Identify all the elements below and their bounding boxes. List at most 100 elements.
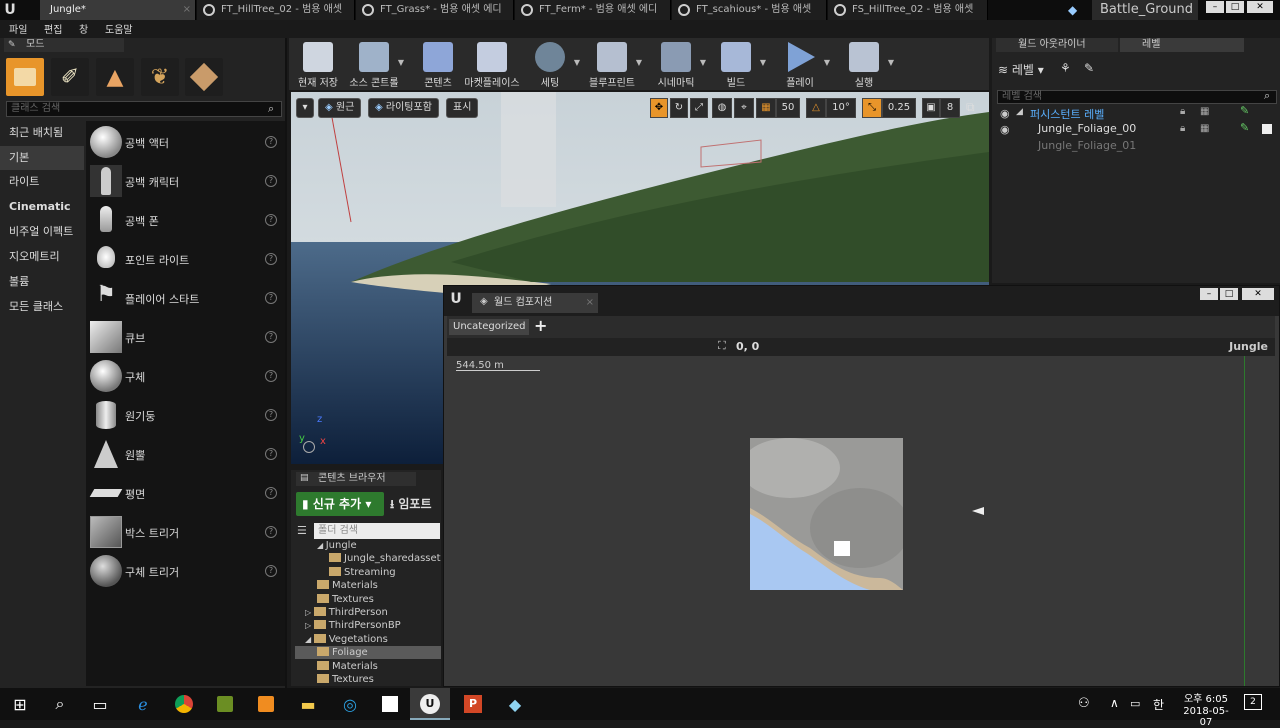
- help-icon[interactable]: ?: [265, 253, 277, 265]
- maximize-viewport-icon[interactable]: ⧉: [966, 100, 975, 115]
- wc-maximize-button[interactable]: □: [1220, 288, 1238, 300]
- foliage-mode-icon[interactable]: ❦: [141, 58, 179, 96]
- help-icon[interactable]: ?: [265, 448, 277, 460]
- folder-tree-item[interactable]: ▷ ThirdPersonBP: [295, 619, 441, 632]
- help-icon[interactable]: ?: [265, 565, 277, 577]
- level-persistent[interactable]: 퍼시스턴트 레벨: [1030, 106, 1104, 122]
- help-icon[interactable]: ?: [265, 526, 277, 538]
- level-color-swatch[interactable]: [1262, 124, 1272, 134]
- content-browser-tab[interactable]: 콘텐츠 브라우저: [296, 472, 416, 486]
- summon-level-details-icon[interactable]: ⚘: [1060, 61, 1071, 75]
- expand-arrow-icon[interactable]: ▷: [305, 608, 314, 617]
- task-view-icon[interactable]: ▭: [88, 692, 112, 716]
- folder-tree-item[interactable]: Streaming: [295, 566, 441, 579]
- category-visual-effects[interactable]: 비주얼 이펙트: [0, 220, 84, 244]
- add-new-button[interactable]: ▮ 신규 추가 ▾: [296, 492, 384, 516]
- color-pencil-icon[interactable]: ✎: [1240, 104, 1249, 117]
- dropdown-arrow-icon[interactable]: ▼: [398, 58, 404, 67]
- people-icon[interactable]: ⚇: [1078, 696, 1090, 711]
- category-lights[interactable]: 라이트: [0, 170, 84, 194]
- edge-browser-icon[interactable]: ℯ: [131, 692, 155, 716]
- place-mode-icon[interactable]: [6, 58, 44, 96]
- show-button[interactable]: 표시: [446, 98, 479, 118]
- maximize-button[interactable]: □: [1226, 1, 1244, 13]
- folder-tree-item[interactable]: Materials: [295, 579, 441, 592]
- help-icon[interactable]: ?: [265, 292, 277, 304]
- list-item[interactable]: ⚑ 플레이어 스타트?: [86, 279, 285, 318]
- dropdown-arrow-icon[interactable]: ▼: [888, 58, 894, 67]
- scale-snap-icon[interactable]: ⤡: [862, 98, 882, 118]
- list-item[interactable]: 포인트 라이트?: [86, 240, 285, 279]
- category-geometry[interactable]: 지오메트리: [0, 245, 84, 269]
- rotation-snap-icon[interactable]: △: [806, 98, 826, 118]
- help-icon[interactable]: ?: [265, 487, 277, 499]
- tab-levels[interactable]: 레벨: [1120, 38, 1244, 52]
- doc-tab[interactable]: FT_Ferm* - 범용 애셋 에디: [515, 0, 671, 20]
- category-recent[interactable]: 최근 배치됨: [0, 121, 84, 145]
- file-explorer-icon[interactable]: ▬: [296, 692, 320, 716]
- ime-icon[interactable]: 한: [1153, 696, 1164, 713]
- add-layer-button[interactable]: +: [534, 316, 547, 335]
- windows-start-icon[interactable]: ⊞: [8, 692, 32, 716]
- marketplace-button[interactable]: 마켓플레이스: [464, 40, 520, 89]
- level-jungle-foliage-01[interactable]: Jungle_Foliage_01: [1038, 139, 1136, 152]
- launch-button[interactable]: 실행 ▼: [836, 40, 894, 89]
- category-volumes[interactable]: 볼륨: [0, 270, 84, 294]
- list-item[interactable]: 평면?: [86, 474, 285, 513]
- camera-speed-icon[interactable]: ▣: [922, 98, 940, 118]
- lock-icon[interactable]: 🔒︎: [1180, 106, 1185, 117]
- translate-tool-icon[interactable]: ✥: [650, 98, 668, 118]
- landscape-mode-icon[interactable]: ▲: [96, 58, 134, 96]
- build-button[interactable]: 빌드 ▼: [708, 40, 766, 89]
- level-tools-icon[interactable]: ✎: [1084, 61, 1094, 75]
- search-icon[interactable]: ⌕: [48, 692, 72, 716]
- rotation-snap-value[interactable]: 10°: [826, 98, 856, 118]
- help-icon[interactable]: ?: [265, 214, 277, 226]
- import-button[interactable]: ⭳ 임포트: [390, 492, 442, 516]
- class-search-input[interactable]: 클래스 검색: [6, 101, 282, 117]
- save-level-icon[interactable]: ▦: [1200, 106, 1209, 117]
- scale-tool-icon[interactable]: ⤢: [690, 98, 708, 118]
- clock-time[interactable]: 오후 6:05: [1178, 690, 1234, 705]
- doc-tab[interactable]: FT_Grass* - 범용 애셋 에디: [356, 0, 514, 20]
- unreal-taskbar-button[interactable]: U: [410, 688, 450, 720]
- folder-tree-item[interactable]: ◢ Jungle: [295, 539, 441, 552]
- close-icon[interactable]: ×: [586, 293, 594, 313]
- cinematics-button[interactable]: 시네마틱 ▼: [648, 40, 706, 89]
- sublime-icon[interactable]: [254, 692, 278, 716]
- folder-tree-item[interactable]: ▷ ThirdPerson: [295, 606, 441, 619]
- expand-arrow-icon[interactable]: ◢: [1016, 107, 1023, 117]
- menu-help[interactable]: 도움말: [105, 21, 133, 36]
- list-item[interactable]: 구체 트리거?: [86, 552, 285, 591]
- save-level-icon[interactable]: ▦: [1200, 123, 1209, 134]
- network-icon[interactable]: ▭: [1130, 697, 1140, 710]
- list-item[interactable]: 원뿔?: [86, 435, 285, 474]
- doc-tab[interactable]: FS_HillTree_02 - 범용 애셋: [828, 0, 988, 20]
- rotate-tool-icon[interactable]: ↻: [670, 98, 688, 118]
- expand-arrow-icon[interactable]: ▷: [305, 621, 314, 630]
- lock-icon[interactable]: 🔒︎: [1180, 123, 1185, 134]
- dropdown-arrow-icon[interactable]: ▼: [700, 58, 706, 67]
- levels-menu-button[interactable]: ≋ 레벨 ▾: [998, 61, 1044, 78]
- level-jungle-foliage-00[interactable]: Jungle_Foliage_00: [1038, 122, 1136, 135]
- menu-window[interactable]: 창: [79, 21, 88, 36]
- dropdown-arrow-icon[interactable]: ▼: [760, 58, 766, 67]
- dropdown-arrow-icon[interactable]: ▼: [824, 58, 830, 67]
- wc-tab[interactable]: 월드 컴포지션 ×: [472, 293, 598, 313]
- scale-snap-value[interactable]: 0.25: [882, 98, 916, 118]
- minimize-button[interactable]: –: [1206, 1, 1224, 13]
- doc-tab[interactable]: FT_HillTree_02 - 범용 애셋: [197, 0, 355, 20]
- wc-minimize-button[interactable]: –: [1200, 288, 1218, 300]
- feedback-icon[interactable]: ◆: [1068, 3, 1082, 17]
- sources-toggle-icon[interactable]: ☰: [297, 524, 307, 537]
- list-item[interactable]: 박스 트리거?: [86, 513, 285, 552]
- help-icon[interactable]: ?: [265, 409, 277, 421]
- source-control-button[interactable]: 소스 콘트롤 ▼: [346, 40, 404, 89]
- app-icon[interactable]: ◆: [503, 692, 527, 716]
- perspective-button[interactable]: ◈ 원근: [318, 98, 362, 118]
- powerpoint-icon[interactable]: P: [461, 692, 485, 716]
- tab-world-outliner[interactable]: 월드 아웃라이너: [996, 38, 1118, 52]
- save-button[interactable]: 현재 저장: [290, 40, 346, 89]
- list-item[interactable]: 원기둥?: [86, 396, 285, 435]
- help-icon[interactable]: ?: [265, 331, 277, 343]
